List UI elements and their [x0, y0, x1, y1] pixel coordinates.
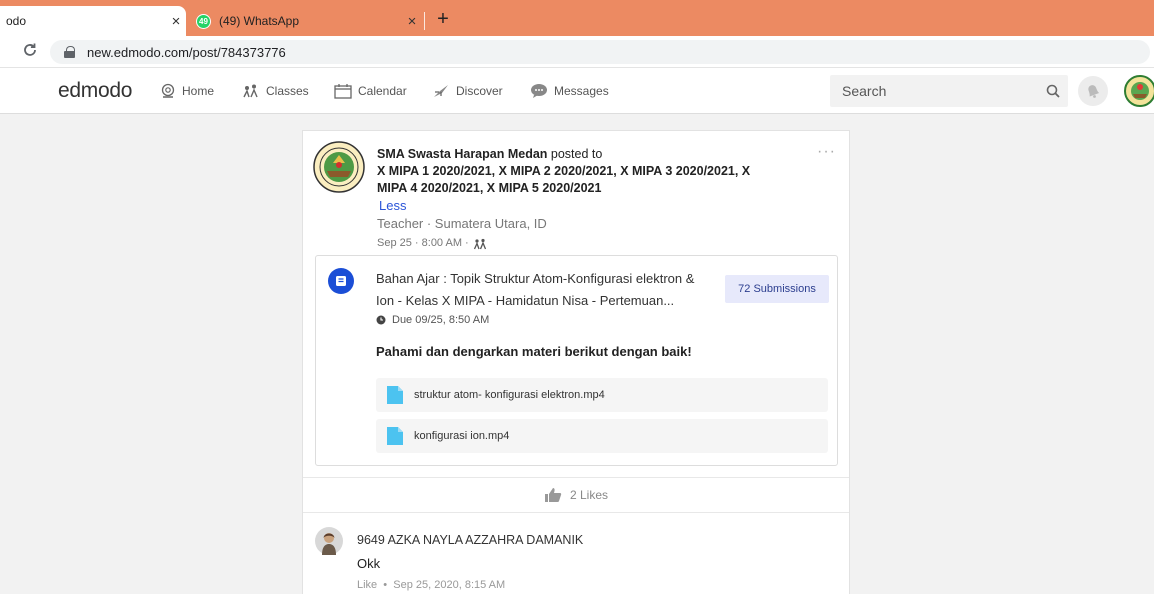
comment-separator: •: [377, 579, 394, 591]
posted-to-text: posted to: [547, 147, 603, 161]
comment-timestamp: Sep 25, 2020, 8:15 AM: [393, 579, 506, 591]
nav-item-discover[interactable]: Discover: [432, 83, 503, 99]
profile-avatar[interactable]: [1124, 75, 1154, 107]
notifications-button[interactable]: [1078, 76, 1108, 106]
due-text: Due 09/25, 8:50 AM: [392, 314, 490, 326]
new-tab-button[interactable]: +: [430, 8, 456, 32]
attachment-name: konfigurasi ion.mp4: [414, 430, 510, 442]
tab-title: odo: [6, 14, 27, 28]
home-icon: [161, 83, 175, 98]
lock-icon: [64, 46, 75, 58]
post-timestamp: Sep 25 · 8:00 AM ·: [377, 237, 469, 249]
nav-item-calendar[interactable]: Calendar: [334, 83, 407, 99]
address-bar: new.edmodo.com/post/784373776: [0, 36, 1154, 68]
comment-like-link[interactable]: Like: [357, 579, 377, 591]
attachment-name: struktur atom- konfigurasi elektron.mp4: [414, 389, 605, 401]
file-icon: [387, 427, 403, 445]
commenter-name[interactable]: 9649 AZKA NAYLA AZZAHRA DAMANIK: [357, 533, 583, 547]
post-time: Sep 25 · 8:00 AM ·: [377, 235, 757, 252]
classes-icon: [473, 238, 486, 249]
tab-whatsapp[interactable]: 49 (49) WhatsApp ×: [192, 6, 422, 36]
school-logo-icon: [1124, 75, 1154, 107]
tab-separator: [424, 12, 425, 30]
edmodo-logo[interactable]: edmodo: [58, 79, 132, 103]
tab-title: (49) WhatsApp: [219, 14, 300, 28]
classes-icon: [243, 84, 258, 98]
author-avatar[interactable]: [313, 141, 365, 193]
nav-label: Calendar: [358, 84, 407, 98]
browser-tab-bar: odo × 49 (49) WhatsApp × +: [0, 0, 1154, 36]
nav-label: Classes: [266, 84, 309, 98]
post-author-name[interactable]: SMA Swasta Harapan Medan: [377, 147, 547, 161]
more-options-button[interactable]: ···: [817, 143, 836, 161]
attachment-file[interactable]: struktur atom- konfigurasi elektron.mp4: [376, 378, 828, 412]
search-box: [830, 75, 1068, 107]
search-icon[interactable]: [1038, 84, 1068, 98]
school-logo-icon: [313, 141, 365, 193]
nav-label: Discover: [456, 84, 503, 98]
due-date: Due 09/25, 8:50 AM: [376, 314, 489, 326]
submissions-button[interactable]: 72 Submissions: [725, 275, 829, 303]
tab-close-icon[interactable]: ×: [402, 13, 422, 30]
url-field[interactable]: new.edmodo.com/post/784373776: [50, 40, 1150, 64]
nav-item-classes[interactable]: Classes: [242, 83, 309, 99]
nav-item-home[interactable]: Home: [160, 83, 214, 99]
nav-label: Home: [182, 84, 215, 98]
likes-row: 2 Likes: [303, 477, 849, 513]
calendar-icon: [334, 84, 352, 99]
assignment-title[interactable]: Bahan Ajar : Topik Struktur Atom-Konfigu…: [376, 268, 716, 312]
comment: 9649 AZKA NAYLA AZZAHRA DAMANIK Okk Like…: [303, 523, 849, 594]
nav-item-messages[interactable]: Messages: [530, 83, 609, 99]
post-groups[interactable]: X MIPA 1 2020/2021, X MIPA 2 2020/2021, …: [377, 163, 757, 197]
nav-label: Messages: [554, 84, 609, 98]
tab-close-icon[interactable]: ×: [166, 13, 186, 30]
likes-count[interactable]: 2 Likes: [570, 488, 608, 502]
top-navigation: edmodo Home Classes Calendar Discover Me…: [0, 68, 1154, 114]
discover-icon: [434, 85, 448, 97]
whatsapp-icon: 49: [196, 13, 211, 29]
search-input[interactable]: [842, 83, 1038, 99]
less-link[interactable]: Less: [379, 197, 757, 214]
bell-icon: [1088, 85, 1100, 98]
comment-text: Okk: [357, 556, 381, 571]
file-icon: [387, 386, 403, 404]
commenter-avatar[interactable]: [315, 527, 343, 555]
clock-icon: [376, 315, 386, 325]
comment-meta: Like • Sep 25, 2020, 8:15 AM: [357, 579, 505, 591]
post-header: SMA Swasta Harapan Medan posted to X MIP…: [377, 146, 757, 252]
attachment-file[interactable]: konfigurasi ion.mp4: [376, 419, 828, 453]
assignment-card: Bahan Ajar : Topik Struktur Atom-Konfigu…: [315, 255, 838, 466]
reload-icon[interactable]: [22, 42, 38, 63]
assignment-instruction: Pahami dan dengarkan materi berikut deng…: [376, 344, 692, 359]
post-card: SMA Swasta Harapan Medan posted to X MIP…: [302, 130, 850, 594]
author-meta: Teacher · Sumatera Utara, ID: [377, 216, 547, 231]
assignment-icon: [328, 268, 354, 294]
messages-icon: [531, 84, 547, 98]
url-text: new.edmodo.com/post/784373776: [87, 44, 286, 60]
thumbs-up-icon[interactable]: [544, 487, 562, 503]
tab-edmodo[interactable]: odo ×: [0, 6, 186, 36]
